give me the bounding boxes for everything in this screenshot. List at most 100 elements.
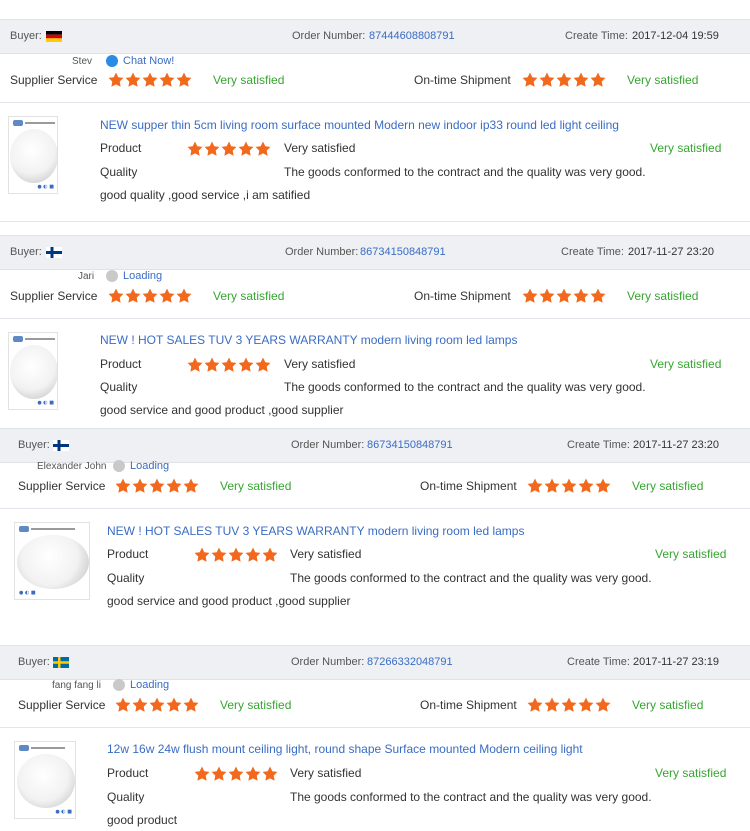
create-time-value: 2017-11-27 23:20: [628, 246, 715, 258]
product-label: Product: [107, 547, 149, 561]
star-icon: [578, 697, 594, 712]
review-card: Buyer: Order Number: 86734150848791 Crea…: [0, 428, 750, 628]
review-card: Buyer: Order Number: 87444608808791 Crea…: [0, 0, 750, 222]
product-thumbnail[interactable]: ● ◐ ■: [14, 522, 90, 600]
ceiling-light-image: [10, 345, 57, 399]
thumbnail-url-line: [31, 747, 65, 749]
review-comment: good product: [107, 813, 178, 827]
supplier-service-label: Supplier Service: [10, 73, 98, 87]
star-icon: [527, 697, 543, 712]
supplier-service-stars: [108, 72, 192, 87]
product-label: Product: [100, 357, 142, 371]
star-icon: [204, 141, 220, 156]
supplier-service-stars: [115, 697, 199, 712]
product-status: Very satisfied: [650, 357, 722, 371]
supplier-service-status: Very satisfied: [220, 479, 292, 493]
review-comment: good service and good product ,good supp…: [100, 403, 344, 417]
product-thumbnail[interactable]: ● ◐ ■: [14, 741, 76, 819]
order-header: Buyer: Order Number: 87444608808791 Crea…: [0, 19, 750, 54]
order-header: Buyer: Order Number: 87266332048791 Crea…: [0, 645, 750, 680]
quality-text: The goods conformed to the contract and …: [284, 165, 646, 179]
quality-label: Quality: [100, 165, 138, 179]
supplier-service-label: Supplier Service: [18, 479, 106, 493]
product-title-link[interactable]: NEW ! HOT SALES TUV 3 YEARS WARRANTY mod…: [107, 524, 524, 538]
product-status: Very satisfied: [655, 547, 727, 561]
supplier-service-status: Very satisfied: [220, 698, 292, 712]
brand-logo-icon: [13, 120, 23, 126]
divider: [0, 727, 750, 728]
ceiling-light-image: [10, 129, 57, 183]
supplier-service-status: Very satisfied: [213, 73, 285, 87]
create-time-value: 2017-12-04 19:59: [632, 30, 719, 42]
create-time-value: 2017-11-27 23:20: [633, 439, 720, 451]
quality-text: The goods conformed to the contract and …: [290, 790, 652, 804]
on-time-shipment-label: On-time Shipment: [420, 479, 517, 493]
chat-icon[interactable]: [106, 55, 118, 67]
quality-text: The goods conformed to the contract and …: [284, 380, 646, 394]
supplier-service-label: Supplier Service: [10, 289, 98, 303]
loading-link[interactable]: Loading: [130, 679, 169, 691]
on-time-shipment-stars: [522, 288, 606, 303]
star-icon: [108, 72, 124, 87]
star-icon: [228, 766, 244, 781]
on-time-shipment-status: Very satisfied: [632, 479, 704, 493]
star-icon: [522, 72, 538, 87]
product-title-link[interactable]: 12w 16w 24w flush mount ceiling light, r…: [107, 742, 583, 756]
quality-text: The goods conformed to the contract and …: [290, 571, 652, 585]
order-number-link[interactable]: 87444608808791: [369, 30, 455, 42]
buyer-name: Stev: [72, 56, 93, 67]
product-title-link[interactable]: NEW ! HOT SALES TUV 3 YEARS WARRANTY mod…: [100, 333, 517, 347]
buyer-name: Elexander John: [37, 461, 107, 472]
star-icon: [132, 697, 148, 712]
thumbnail-url-line: [25, 338, 55, 340]
star-icon: [187, 357, 203, 372]
order-number-label: Order Number:: [291, 656, 365, 668]
order-number-link[interactable]: 87266332048791: [367, 656, 453, 668]
order-number-link[interactable]: 86734150848791: [367, 439, 453, 451]
loading-link[interactable]: Loading: [123, 270, 162, 282]
certification-marks-icon: ● ◐ ■: [37, 184, 54, 190]
on-time-shipment-stars: [522, 72, 606, 87]
chat-now-link[interactable]: Chat Now!: [123, 55, 174, 67]
star-icon: [255, 357, 271, 372]
star-icon: [573, 72, 589, 87]
on-time-shipment-status: Very satisfied: [627, 289, 699, 303]
order-number-link[interactable]: 86734150848791: [360, 246, 446, 258]
product-rating-text: Very satisfied: [290, 766, 362, 780]
product-rating-text: Very satisfied: [284, 357, 356, 371]
order-number-label: Order Number:: [292, 30, 366, 42]
on-time-shipment-stars: [527, 478, 611, 493]
quality-label: Quality: [107, 571, 145, 585]
product-title-link[interactable]: NEW supper thin 5cm living room surface …: [100, 118, 619, 132]
product-thumbnail[interactable]: ● ◐ ■: [8, 332, 58, 410]
loading-icon: [106, 270, 118, 282]
star-icon: [221, 357, 237, 372]
order-number-label: Order Number:: [285, 246, 359, 258]
on-time-shipment-status: Very satisfied: [627, 73, 699, 87]
product-thumbnail[interactable]: ● ◐ ■: [8, 116, 58, 194]
star-icon: [125, 72, 141, 87]
product-label: Product: [100, 141, 142, 155]
star-icon: [194, 766, 210, 781]
star-icon: [108, 288, 124, 303]
star-icon: [183, 478, 199, 493]
on-time-shipment-label: On-time Shipment: [420, 698, 517, 712]
certification-marks-icon: ● ◐ ■: [37, 400, 54, 406]
star-icon: [159, 288, 175, 303]
star-icon: [115, 697, 131, 712]
order-header: Buyer: Order Number: 86734150848791 Crea…: [0, 428, 750, 463]
supplier-service-status: Very satisfied: [213, 289, 285, 303]
supplier-service-stars: [108, 288, 192, 303]
star-icon: [561, 697, 577, 712]
star-icon: [544, 697, 560, 712]
star-icon: [262, 766, 278, 781]
star-icon: [166, 697, 182, 712]
quality-label: Quality: [100, 380, 138, 394]
star-icon: [238, 357, 254, 372]
on-time-shipment-label: On-time Shipment: [414, 73, 511, 87]
finland-flag-icon: [53, 440, 69, 451]
product-rating-text: Very satisfied: [284, 141, 356, 155]
star-icon: [578, 478, 594, 493]
loading-link[interactable]: Loading: [130, 460, 169, 472]
buyer-label: Buyer:: [10, 30, 42, 42]
